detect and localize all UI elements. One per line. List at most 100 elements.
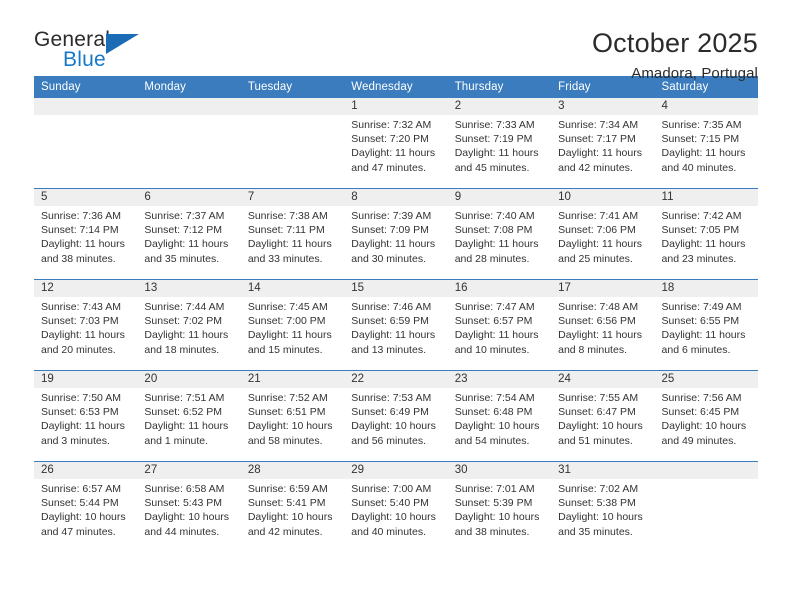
- daylight-text: Daylight: 10 hours: [454, 420, 540, 433]
- day-number: 12: [34, 280, 138, 297]
- day-details: Sunrise: 7:45 AM Sunset: 7:00 PM Daylight:…: [241, 297, 344, 357]
- day-number: 4: [654, 98, 758, 115]
- day-cell-inner: 1 Sunrise: 7:32 AM Sunset: 7:20 PM Daylight…: [344, 98, 448, 188]
- day-number: 29: [344, 462, 448, 479]
- calendar-day-cell[interactable]: 15 Sunrise: 7:46 AM Sunset: 6:59 PM Dayligh…: [344, 279, 448, 371]
- sunset-text: Sunset: 5:43 PM: [144, 497, 223, 510]
- calendar-day-cell[interactable]: 2 Sunrise: 7:33 AM Sunset: 7:19 PM Daylight…: [447, 98, 552, 189]
- day-cell-inner: 29 Sunrise: 7:00 AM Sunset: 5:40 PM Dayligh…: [344, 462, 448, 552]
- calendar-day-cell[interactable]: 6 Sunrise: 7:37 AM Sunset: 7:12 PM Daylight…: [137, 188, 241, 280]
- day-number: 1: [344, 98, 448, 115]
- day-cell-inner: 9 Sunrise: 7:40 AM Sunset: 7:08 PM Daylight…: [447, 189, 552, 279]
- day-cell-inner: 21 Sunrise: 7:52 AM Sunset: 6:51 PM Dayligh…: [240, 371, 345, 461]
- calendar-day-cell[interactable]: 3 Sunrise: 7:34 AM Sunset: 7:17 PM Daylight…: [551, 98, 655, 189]
- sunset-text: Sunset: 5:44 PM: [41, 497, 119, 510]
- day-details: Sunrise: 6:57 AM Sunset: 5:44 PM Daylight:…: [34, 479, 137, 539]
- daylight-text: and 3 minutes.: [41, 434, 110, 447]
- day-details: Sunrise: 7:51 AM Sunset: 6:52 PM Daylight:…: [137, 388, 240, 448]
- calendar-day-cell[interactable]: 16 Sunrise: 7:47 AM Sunset: 6:57 PM Dayligh…: [447, 279, 552, 371]
- daylight-text: and 45 minutes.: [454, 161, 530, 174]
- daylight-text: and 54 minutes.: [454, 434, 530, 447]
- day-number: 6: [137, 189, 241, 206]
- sunrise-text: Sunrise: 7:42 AM: [661, 210, 742, 222]
- day-details: Sunrise: 7:37 AM Sunset: 7:12 PM Daylight:…: [137, 206, 240, 266]
- sunrise-text: Sunrise: 6:59 AM: [247, 483, 328, 495]
- day-number: 17: [551, 280, 655, 297]
- calendar-day-cell[interactable]: 23 Sunrise: 7:54 AM Sunset: 6:48 PM Dayligh…: [447, 370, 552, 462]
- calendar-day-cell[interactable]: 31 Sunrise: 7:02 AM Sunset: 5:38 PM Dayligh…: [551, 461, 655, 552]
- day-cell-inner: 3 Sunrise: 7:34 AM Sunset: 7:17 PM Daylight…: [551, 98, 655, 188]
- calendar-day-cell[interactable]: 20 Sunrise: 7:51 AM Sunset: 6:52 PM Dayligh…: [137, 370, 241, 462]
- daylight-text: Daylight: 10 hours: [247, 511, 333, 524]
- calendar-day-cell[interactable]: 28 Sunrise: 6:59 AM Sunset: 5:41 PM Dayligh…: [240, 461, 345, 552]
- day-number: [34, 98, 138, 115]
- day-details: Sunrise: 7:35 AM Sunset: 7:15 PM Daylight:…: [655, 115, 758, 175]
- calendar-day-cell[interactable]: 18 Sunrise: 7:49 AM Sunset: 6:55 PM Dayligh…: [654, 279, 758, 371]
- calendar-day-cell[interactable]: 4 Sunrise: 7:35 AM Sunset: 7:15 PM Daylight…: [654, 98, 758, 189]
- daylight-text: and 33 minutes.: [247, 252, 323, 265]
- calendar-week-row: 12 Sunrise: 7:43 AM Sunset: 7:03 PM Dayligh…: [34, 279, 758, 371]
- calendar-day-cell[interactable]: 14 Sunrise: 7:45 AM Sunset: 7:00 PM Dayligh…: [240, 279, 345, 371]
- calendar-day-cell[interactable]: 11 Sunrise: 7:42 AM Sunset: 7:05 PM Dayligh…: [654, 188, 758, 280]
- calendar-day-cell[interactable]: 21 Sunrise: 7:52 AM Sunset: 6:51 PM Dayligh…: [240, 370, 345, 462]
- day-cell-inner: 25 Sunrise: 7:56 AM Sunset: 6:45 PM Dayligh…: [654, 371, 758, 461]
- day-cell-inner: 28 Sunrise: 6:59 AM Sunset: 5:41 PM Dayligh…: [240, 462, 345, 552]
- day-details: Sunrise: 7:54 AM Sunset: 6:48 PM Daylight:…: [448, 388, 551, 448]
- calendar-page: General Blue October 2025 Amadora, Portu…: [0, 0, 792, 612]
- sunrise-text: Sunrise: 6:58 AM: [144, 483, 225, 495]
- sunrise-text: Sunrise: 7:38 AM: [247, 210, 328, 222]
- day-number: 28: [240, 462, 345, 479]
- day-number: 23: [447, 371, 552, 388]
- day-details: Sunrise: 7:40 AM Sunset: 7:08 PM Daylight:…: [448, 206, 551, 266]
- day-details: Sunrise: 7:01 AM Sunset: 5:39 PM Daylight:…: [448, 479, 551, 539]
- day-cell-inner: [137, 98, 241, 188]
- day-cell-inner: 26 Sunrise: 6:57 AM Sunset: 5:44 PM Dayligh…: [34, 462, 138, 552]
- sunset-text: Sunset: 7:11 PM: [247, 224, 325, 237]
- daylight-text: Daylight: 11 hours: [144, 238, 229, 251]
- day-number: 18: [654, 280, 758, 297]
- calendar-day-cell[interactable]: 9 Sunrise: 7:40 AM Sunset: 7:08 PM Daylight…: [447, 188, 552, 280]
- calendar-day-cell[interactable]: 5 Sunrise: 7:36 AM Sunset: 7:14 PM Daylight…: [34, 188, 138, 280]
- sunrise-text: Sunrise: 7:52 AM: [247, 392, 328, 404]
- day-details: Sunrise: 7:02 AM Sunset: 5:38 PM Daylight:…: [551, 479, 654, 539]
- general-blue-logo[interactable]: General Blue: [34, 28, 164, 80]
- calendar-day-cell[interactable]: 29 Sunrise: 7:00 AM Sunset: 5:40 PM Dayligh…: [344, 461, 448, 552]
- calendar-day-cell[interactable]: 12 Sunrise: 7:43 AM Sunset: 7:03 PM Dayligh…: [34, 279, 138, 371]
- calendar-day-cell[interactable]: 24 Sunrise: 7:55 AM Sunset: 6:47 PM Dayligh…: [551, 370, 655, 462]
- calendar-table: Sunday Monday Tuesday Wednesday Thursday Frid…: [34, 76, 758, 552]
- day-cell-inner: 5 Sunrise: 7:36 AM Sunset: 7:14 PM Daylight…: [34, 189, 138, 279]
- calendar-body: 1 Sunrise: 7:32 AM Sunset: 7:20 PM Daylight…: [34, 98, 758, 552]
- sunset-text: Sunset: 7:12 PM: [144, 224, 223, 237]
- daylight-text: Daylight: 11 hours: [558, 329, 642, 342]
- sunset-text: Sunset: 7:05 PM: [661, 224, 740, 237]
- daylight-text: Daylight: 10 hours: [351, 420, 436, 433]
- calendar-day-cell[interactable]: 17 Sunrise: 7:48 AM Sunset: 6:56 PM Dayligh…: [551, 279, 655, 371]
- daylight-text: and 40 minutes.: [661, 161, 737, 174]
- daylight-text: Daylight: 11 hours: [41, 238, 125, 251]
- calendar-day-cell[interactable]: 10 Sunrise: 7:41 AM Sunset: 7:06 PM Dayligh…: [551, 188, 655, 280]
- sunrise-text: Sunrise: 7:02 AM: [558, 483, 639, 495]
- calendar-day-cell[interactable]: 7 Sunrise: 7:38 AM Sunset: 7:11 PM Daylight…: [240, 188, 345, 280]
- day-cell-inner: 14 Sunrise: 7:45 AM Sunset: 7:00 PM Dayligh…: [240, 280, 345, 370]
- calendar-day-cell[interactable]: 30 Sunrise: 7:01 AM Sunset: 5:39 PM Dayligh…: [447, 461, 552, 552]
- day-details: Sunrise: 7:53 AM Sunset: 6:49 PM Daylight:…: [344, 388, 447, 448]
- calendar-day-cell[interactable]: 8 Sunrise: 7:39 AM Sunset: 7:09 PM Daylight…: [344, 188, 448, 280]
- calendar-day-cell[interactable]: 27 Sunrise: 6:58 AM Sunset: 5:43 PM Dayligh…: [137, 461, 241, 552]
- calendar-day-cell[interactable]: 1 Sunrise: 7:32 AM Sunset: 7:20 PM Daylight…: [344, 98, 448, 189]
- calendar-day-cell[interactable]: 25 Sunrise: 7:56 AM Sunset: 6:45 PM Dayligh…: [654, 370, 758, 462]
- calendar-day-cell[interactable]: 26 Sunrise: 6:57 AM Sunset: 5:44 PM Dayligh…: [34, 461, 138, 552]
- weekday-header-wednesday: Wednesday: [344, 76, 448, 98]
- page-subtitle: Amadora, Portugal: [631, 65, 758, 83]
- day-number: 26: [34, 462, 138, 479]
- sunset-text: Sunset: 6:56 PM: [558, 315, 636, 328]
- page-header: General Blue October 2025 Amadora, Portu…: [34, 0, 758, 82]
- sunset-text: Sunset: 6:55 PM: [661, 315, 740, 328]
- sunrise-text: Sunrise: 7:00 AM: [351, 483, 432, 495]
- daylight-text: Daylight: 11 hours: [41, 329, 125, 342]
- calendar-day-cell[interactable]: 19 Sunrise: 7:50 AM Sunset: 6:53 PM Dayligh…: [34, 370, 138, 462]
- daylight-text: and 35 minutes.: [144, 252, 220, 265]
- calendar-day-cell[interactable]: 22 Sunrise: 7:53 AM Sunset: 6:49 PM Dayligh…: [344, 370, 448, 462]
- daylight-text: Daylight: 11 hours: [558, 238, 642, 251]
- daylight-text: and 42 minutes.: [558, 161, 633, 174]
- calendar-day-cell[interactable]: 13 Sunrise: 7:44 AM Sunset: 7:02 PM Dayligh…: [137, 279, 241, 371]
